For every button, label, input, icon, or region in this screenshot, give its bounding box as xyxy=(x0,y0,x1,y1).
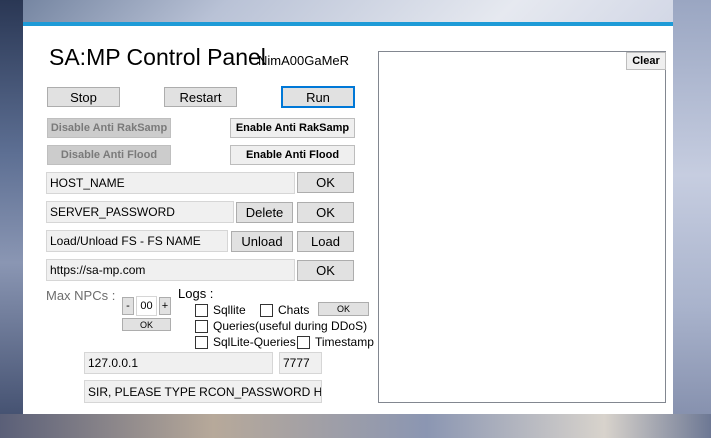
console-output-text xyxy=(379,52,662,399)
load-fs-button[interactable]: Load xyxy=(297,231,354,252)
chats-label: Chats xyxy=(278,303,310,317)
logs-ok-button[interactable]: OK xyxy=(318,302,369,316)
rcon-password-input[interactable]: SIR, PLEASE TYPE RCON_PASSWORD HERE xyxy=(84,380,322,403)
hostname-ok-button[interactable]: OK xyxy=(297,172,354,193)
console-output[interactable] xyxy=(378,51,666,403)
restart-button[interactable]: Restart xyxy=(164,87,237,107)
control-panel-window: SA:MP Control Panel NimA00GaMeR Stop Res… xyxy=(23,22,673,414)
server-password-input[interactable]: SERVER_PASSWORD xyxy=(46,201,234,223)
website-input[interactable]: https://sa-mp.com xyxy=(46,259,295,281)
stop-button[interactable]: Stop xyxy=(47,87,120,107)
window-accent-bar xyxy=(23,22,673,26)
sqllite-queries-checkbox[interactable] xyxy=(195,336,208,349)
page-title: SA:MP Control Panel xyxy=(49,44,266,70)
enable-anti-raksamp-button[interactable]: Enable Anti RakSamp xyxy=(230,118,355,138)
npcs-ok-button[interactable]: OK xyxy=(122,318,171,331)
desktop-wallpaper-right xyxy=(673,0,711,438)
sqllite-label: Sqllite xyxy=(213,303,246,317)
sqllite-checkbox[interactable] xyxy=(195,304,208,317)
npcs-decrement-button[interactable]: - xyxy=(122,297,134,315)
npcs-value-input[interactable]: 00 xyxy=(136,296,157,316)
desktop-wallpaper-bottom xyxy=(0,414,711,438)
port-input[interactable]: 7777 xyxy=(279,352,322,374)
max-npcs-label: Max NPCs : xyxy=(46,288,116,303)
timestamp-label: Timestamp xyxy=(315,335,374,349)
delete-password-button[interactable]: Delete xyxy=(236,202,293,223)
enable-anti-flood-button[interactable]: Enable Anti Flood xyxy=(230,145,355,165)
author-label: NimA00GaMeR xyxy=(258,53,350,68)
disable-anti-raksamp-button[interactable]: Disable Anti RakSamp xyxy=(47,118,171,138)
website-ok-button[interactable]: OK xyxy=(297,260,354,281)
logs-label: Logs : xyxy=(178,286,214,301)
chats-checkbox[interactable] xyxy=(260,304,273,317)
filterscript-input[interactable]: Load/Unload FS - FS NAME xyxy=(46,230,228,252)
timestamp-checkbox[interactable] xyxy=(297,336,310,349)
npcs-increment-button[interactable]: + xyxy=(159,297,171,315)
queries-checkbox[interactable] xyxy=(195,320,208,333)
password-ok-button[interactable]: OK xyxy=(297,202,354,223)
hostname-input[interactable]: HOST_NAME xyxy=(46,172,295,194)
ip-address-input[interactable]: 127.0.0.1 xyxy=(84,352,273,374)
desktop-wallpaper-left xyxy=(0,0,23,438)
run-button[interactable]: Run xyxy=(281,86,355,108)
unload-fs-button[interactable]: Unload xyxy=(231,231,293,252)
sqllite-queries-label: SqlLite-Queries xyxy=(213,335,296,349)
clear-button[interactable]: Clear xyxy=(626,52,666,70)
disable-anti-flood-button[interactable]: Disable Anti Flood xyxy=(47,145,171,165)
queries-label: Queries(useful during DDoS) xyxy=(213,319,368,333)
